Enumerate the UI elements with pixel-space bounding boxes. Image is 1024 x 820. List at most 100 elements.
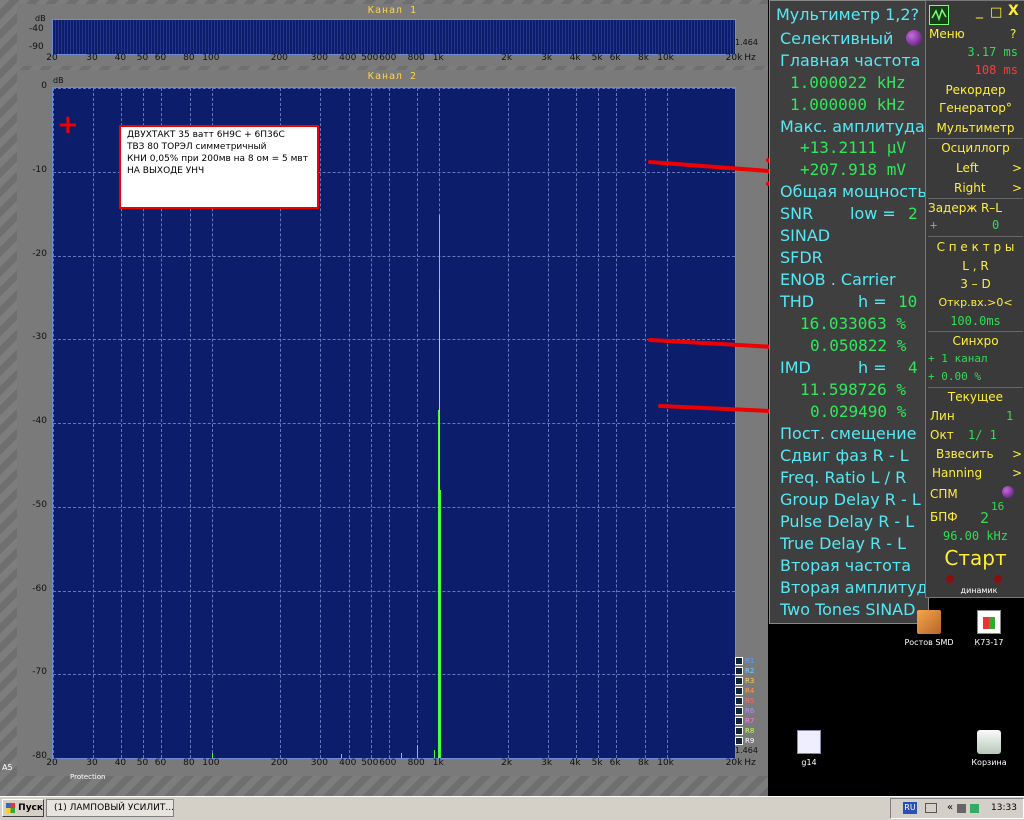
- legend-checkbox[interactable]: [735, 667, 743, 675]
- imd-label: IMD: [780, 358, 811, 377]
- legend-checkbox[interactable]: [735, 707, 743, 715]
- separator: [928, 138, 1023, 139]
- lin-label[interactable]: Лин: [930, 409, 955, 423]
- open-input-button[interactable]: Откр.вх.>0<: [926, 296, 1024, 309]
- y-tick-label: -50: [32, 499, 47, 510]
- weigh-arrow-icon[interactable]: >: [1012, 447, 1022, 461]
- tray-expand-icon[interactable]: «: [947, 802, 953, 813]
- multimeter-button[interactable]: Мультиметр: [926, 121, 1024, 135]
- x-tick-label: 6k: [609, 53, 621, 63]
- generator-button[interactable]: Генератор°: [926, 101, 1024, 115]
- printer-icon[interactable]: [925, 803, 937, 813]
- minimize-button[interactable]: _: [976, 3, 983, 19]
- spectra-3d-button[interactable]: 3 – D: [926, 277, 1024, 291]
- legend-item[interactable]: R3: [735, 676, 754, 686]
- legend-checkbox[interactable]: [735, 657, 743, 665]
- legend-label: R2: [745, 667, 755, 675]
- x-tick-label: 20: [46, 53, 58, 63]
- desktop-icon-g14-label: g14: [801, 758, 817, 767]
- start-button[interactable]: Старт: [926, 546, 1024, 570]
- arrow-max-amplitude: [648, 160, 784, 174]
- x-tick-label: 5k: [591, 758, 603, 768]
- spectra-lr-button[interactable]: L , R: [926, 259, 1024, 273]
- left-arrow-icon[interactable]: >: [1012, 161, 1022, 175]
- sync-percent: + 0.00 %: [928, 370, 981, 383]
- left-channel-button[interactable]: Left: [956, 161, 979, 175]
- grid-line-horizontal: [53, 339, 735, 341]
- y-tick-label: -20: [32, 248, 47, 259]
- sync-button[interactable]: Синхро: [926, 334, 1024, 348]
- spectra-button[interactable]: С п е к т р ы: [926, 240, 1024, 254]
- desktop-icon-recycle-bin[interactable]: Корзина: [954, 730, 1024, 767]
- spectrum-spike: [438, 409, 440, 758]
- speaker-icon[interactable]: [957, 804, 966, 813]
- desktop-icon-k73[interactable]: К73-17: [954, 610, 1024, 647]
- sfdr-label: SFDR: [780, 248, 823, 267]
- imd-h-label: h =: [858, 358, 887, 377]
- fft-label[interactable]: БПФ: [930, 510, 958, 524]
- legend-checkbox[interactable]: [735, 677, 743, 685]
- max-amp-label: Макс. амплитуда: [780, 117, 925, 136]
- grid-line-horizontal: [53, 255, 735, 257]
- fft-base: 2: [980, 509, 990, 527]
- legend-item[interactable]: R8: [735, 726, 754, 736]
- legend-label: R6: [745, 707, 755, 715]
- system-tray: RU « 13:33: [890, 798, 1024, 819]
- legend-item[interactable]: R1: [735, 656, 754, 666]
- current-button[interactable]: Текущее: [926, 390, 1024, 404]
- delay-label[interactable]: Задерж R–L: [928, 201, 1002, 215]
- spectrum-spike: [417, 744, 419, 758]
- legend-label: R7: [745, 717, 755, 725]
- lin-value: 1: [1006, 409, 1014, 423]
- y-tick-label: -40: [32, 416, 47, 426]
- multimeter-mode[interactable]: Селективный: [780, 29, 893, 48]
- oscilloscope-button[interactable]: Осциллогр: [926, 141, 1024, 155]
- restore-button[interactable]: □: [990, 5, 1002, 20]
- open-input-time: 100.0ms: [950, 314, 1001, 328]
- legend-item[interactable]: R6: [735, 706, 754, 716]
- start-button-taskbar[interactable]: Пуск: [2, 799, 44, 817]
- channel1-plot[interactable]: [52, 19, 736, 55]
- x-tick-label: 400: [339, 758, 357, 768]
- multimeter-title: Мультиметр 1,2?: [776, 5, 920, 24]
- legend-checkbox[interactable]: [735, 697, 743, 705]
- help-button[interactable]: ?: [1010, 27, 1016, 41]
- recorder-button[interactable]: Рекордер: [926, 83, 1024, 97]
- y-tick-label: -80: [32, 751, 47, 761]
- taskbar-task-browser[interactable]: (1) ЛАМПОВЫЙ УСИЛИТ...: [46, 799, 174, 817]
- close-button[interactable]: X: [1008, 3, 1019, 19]
- spm-indicator-icon[interactable]: [1002, 486, 1014, 498]
- x-tick-label: 30: [86, 758, 98, 768]
- desktop-icon-g14[interactable]: g14: [774, 730, 844, 767]
- legend-checkbox[interactable]: [735, 717, 743, 725]
- app-logo-icon: [929, 5, 949, 25]
- mode-indicator-icon[interactable]: [906, 30, 922, 46]
- hanning-button[interactable]: Hanning: [932, 466, 982, 480]
- oct-value: 1/ 1: [968, 428, 997, 442]
- x-tick-label: 3k: [541, 758, 553, 768]
- legend-item[interactable]: R9: [735, 736, 754, 746]
- grid-line-horizontal: [53, 590, 735, 592]
- pulse-delay-label: Pulse Delay R - L: [780, 512, 915, 531]
- desktop-icon-speaker[interactable]: динамик: [944, 586, 1014, 595]
- network-icon[interactable]: [970, 804, 979, 813]
- time-value-2: 108 ms: [974, 63, 1018, 77]
- right-arrow-icon[interactable]: >: [1012, 181, 1022, 195]
- channel2-legend: R1 R2 R3 R4 R5 R6 R7 R8 R9: [735, 656, 757, 746]
- oct-label[interactable]: Окт: [930, 428, 954, 442]
- channel1-window: Канал 1 dB -40 -90 1.464 20 30 40 50 60 80 100…: [17, 4, 768, 66]
- x-tick-label: 8k: [638, 758, 650, 768]
- weigh-button[interactable]: Взвесить: [936, 447, 994, 461]
- legend-checkbox[interactable]: [735, 727, 743, 735]
- legend-item[interactable]: R4: [735, 686, 754, 696]
- legend-checkbox[interactable]: [735, 737, 743, 745]
- right-channel-button[interactable]: Right: [954, 181, 986, 195]
- legend-checkbox[interactable]: [735, 687, 743, 695]
- hanning-arrow-icon[interactable]: >: [1012, 466, 1022, 480]
- legend-item[interactable]: R7: [735, 716, 754, 726]
- menu-button[interactable]: Меню: [929, 27, 965, 41]
- language-indicator[interactable]: RU: [903, 802, 917, 814]
- legend-item[interactable]: R2: [735, 666, 754, 676]
- legend-item[interactable]: R5: [735, 696, 754, 706]
- spm-label[interactable]: СПМ: [930, 487, 958, 501]
